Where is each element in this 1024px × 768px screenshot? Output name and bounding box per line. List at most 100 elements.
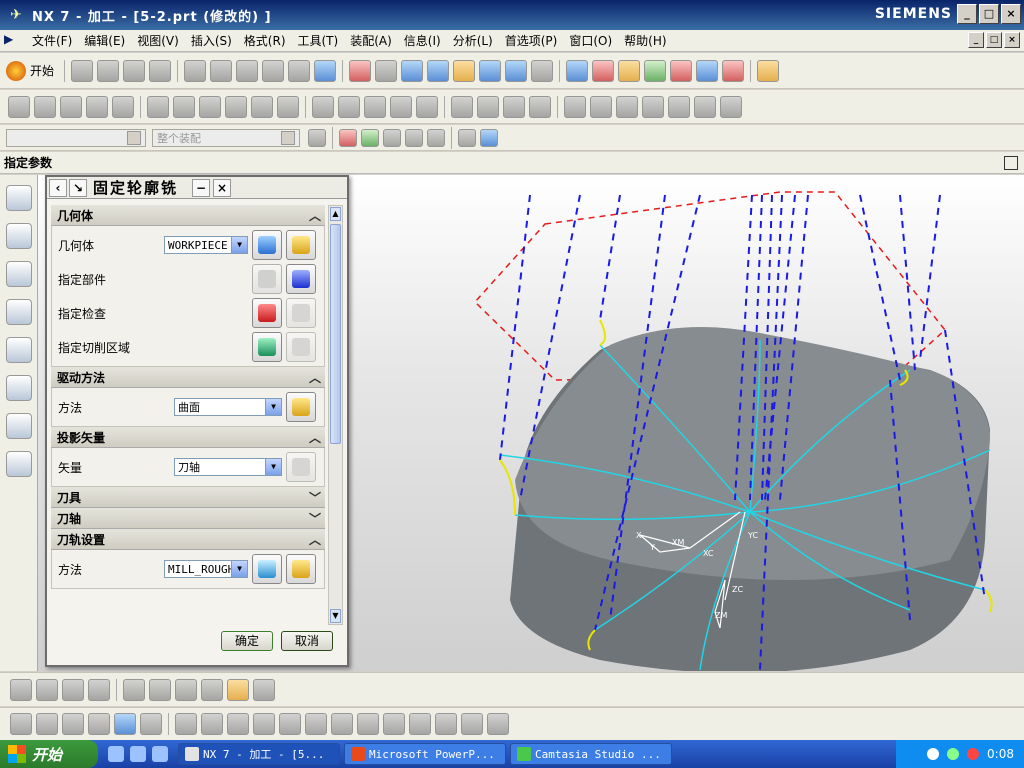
task-camtasia[interactable]: Camtasia Studio ... <box>510 743 672 765</box>
generate-toolpath-icon[interactable] <box>644 59 667 82</box>
save-icon[interactable] <box>123 59 146 82</box>
maximize-button[interactable]: □ <box>979 4 999 24</box>
link-icon[interactable] <box>149 678 171 701</box>
section-path-settings-header[interactable]: 刀轨设置 ︿ <box>51 529 325 550</box>
drive-method-select[interactable]: 曲面 ▼ <box>174 398 282 416</box>
pan-icon[interactable] <box>453 59 476 82</box>
unite-icon[interactable] <box>175 713 197 735</box>
shell-icon[interactable] <box>357 713 379 735</box>
post-process-icon[interactable] <box>670 59 693 82</box>
select-part-button[interactable] <box>252 264 282 294</box>
dialog-minimize-icon[interactable]: − <box>192 178 211 197</box>
geometry-select[interactable]: WORKPIECE ▼ <box>164 236 248 254</box>
assembly-filter-combo[interactable]: 整个装配 <box>152 128 300 147</box>
paste-object-icon[interactable] <box>225 95 247 118</box>
delete-icon[interactable] <box>262 59 285 82</box>
display-tool-icon[interactable] <box>590 95 612 118</box>
gouge-check-icon[interactable] <box>642 95 664 118</box>
trim-body-icon[interactable] <box>253 713 275 735</box>
pad-icon[interactable] <box>140 713 162 735</box>
list-toolpath-icon[interactable] <box>364 95 386 118</box>
menu-window[interactable]: 窗口(O) <box>563 32 618 49</box>
cube-icon[interactable] <box>480 128 498 147</box>
revolve-icon[interactable] <box>36 713 58 735</box>
undo-icon[interactable] <box>288 59 311 82</box>
constraint-navigator-icon[interactable] <box>5 223 32 249</box>
network-icon[interactable] <box>927 748 940 760</box>
box-select-icon[interactable] <box>458 128 476 147</box>
info-window-icon[interactable] <box>5 413 32 439</box>
cancel-button[interactable]: 取消 <box>281 631 333 651</box>
feature-icon[interactable] <box>227 678 249 701</box>
edit-object-icon[interactable] <box>147 95 169 118</box>
render-style-icon[interactable] <box>505 59 528 82</box>
edge-blend-icon[interactable] <box>305 713 327 735</box>
menu-info[interactable]: 信息(I) <box>398 32 447 49</box>
display-point-icon[interactable] <box>616 95 638 118</box>
show-check-button[interactable] <box>286 298 316 328</box>
section-projection-header[interactable]: 投影矢量 ︿ <box>51 427 325 448</box>
arrow-icon[interactable]: ↘ <box>69 178 87 197</box>
document-icon[interactable]: ▶ <box>4 32 22 50</box>
cut-icon[interactable] <box>184 59 207 82</box>
type-filter-combo[interactable] <box>6 128 146 147</box>
simulate-icon[interactable] <box>416 95 438 118</box>
create-program-icon[interactable] <box>8 95 30 118</box>
replay-icon[interactable] <box>338 95 360 118</box>
scroll-thumb[interactable] <box>330 224 341 444</box>
face-icon[interactable] <box>383 128 401 147</box>
copy-object-icon[interactable] <box>199 95 221 118</box>
dialog-close-icon[interactable]: × <box>213 178 232 197</box>
shop-doc-icon[interactable] <box>696 59 719 82</box>
hole-icon[interactable] <box>62 713 84 735</box>
start-menu-button[interactable]: 开始 <box>6 60 54 81</box>
method-icon[interactable] <box>694 95 716 118</box>
copy-icon[interactable] <box>210 59 233 82</box>
section-geometry-header[interactable]: 几何体 ︿ <box>51 205 325 226</box>
maximize-view-icon[interactable] <box>1004 156 1018 170</box>
menu-tools[interactable]: 工具(T) <box>292 32 345 49</box>
create-operation-icon[interactable] <box>62 678 84 701</box>
arrow-icon[interactable] <box>361 128 379 147</box>
info-icon[interactable] <box>314 59 337 82</box>
transform-icon[interactable] <box>720 95 742 118</box>
rename-object-icon[interactable] <box>277 95 299 118</box>
volume-icon[interactable] <box>967 748 980 760</box>
show-part-button[interactable] <box>286 264 316 294</box>
offset-face-icon[interactable] <box>409 713 431 735</box>
menu-help[interactable]: 帮助(H) <box>618 32 672 49</box>
chamfer-icon[interactable] <box>331 713 353 735</box>
create-geometry-icon[interactable] <box>60 95 82 118</box>
snap-point-icon[interactable] <box>308 128 326 147</box>
menu-analysis[interactable]: 分析(L) <box>447 32 499 49</box>
curve-icon[interactable] <box>201 678 223 701</box>
ie-icon[interactable] <box>108 746 124 762</box>
new-file-icon[interactable] <box>71 59 94 82</box>
toolpath-verify-icon[interactable] <box>618 59 641 82</box>
point-icon[interactable] <box>175 678 197 701</box>
mirror-icon[interactable] <box>487 713 509 735</box>
select-filter-icon[interactable] <box>722 59 745 82</box>
section-tool-header[interactable]: 刀具 ﹀ <box>51 487 325 508</box>
doc-minimize-button[interactable]: _ <box>968 32 984 48</box>
doc-restore-button[interactable]: □ <box>986 32 1002 48</box>
draft-icon[interactable] <box>383 713 405 735</box>
task-powerpoint[interactable]: Microsoft PowerP... <box>344 743 506 765</box>
menu-format[interactable]: 格式(R) <box>238 32 292 49</box>
split-body-icon[interactable] <box>279 713 301 735</box>
history-icon[interactable] <box>5 375 32 401</box>
edge-icon[interactable] <box>405 128 423 147</box>
doc-close-button[interactable]: × <box>1004 32 1020 48</box>
menu-file[interactable]: 文件(F) <box>26 32 78 49</box>
wcs-orient-icon[interactable] <box>566 59 589 82</box>
vector-select[interactable]: 刀轴 ▼ <box>174 458 282 476</box>
extrude-icon[interactable] <box>10 713 32 735</box>
intersect-icon[interactable] <box>227 713 249 735</box>
menu-insert[interactable]: 插入(S) <box>185 32 238 49</box>
new-method-button[interactable] <box>252 554 282 584</box>
select-check-button[interactable] <box>252 298 282 328</box>
recorder-icon[interactable] <box>947 748 960 760</box>
task-nx[interactable]: NX 7 - 加工 - [5... <box>178 743 340 765</box>
measure-icon[interactable] <box>757 59 780 82</box>
print-icon[interactable] <box>149 59 172 82</box>
